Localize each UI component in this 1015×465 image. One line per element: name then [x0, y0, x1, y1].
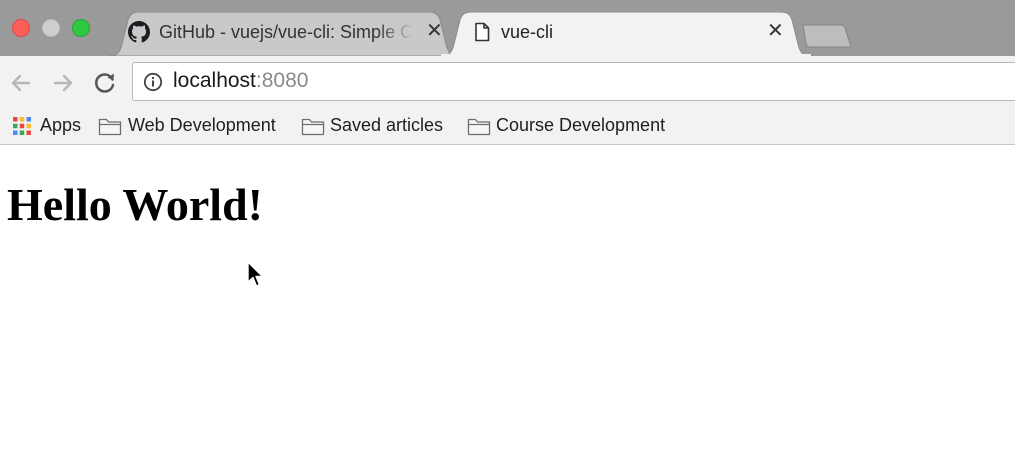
new-tab-button[interactable]	[802, 24, 852, 48]
tab-vue-cli[interactable]: vue-cli ✕	[440, 12, 812, 56]
bookmark-saved-articles[interactable]: Saved articles	[301, 114, 461, 138]
page-icon	[475, 22, 490, 42]
reload-icon[interactable]	[92, 70, 118, 96]
folder-icon	[467, 118, 491, 136]
window-minimize-button[interactable]	[42, 19, 60, 37]
github-icon	[128, 21, 150, 43]
bookmark-label: Course Development	[496, 115, 666, 135]
tab-close-icon[interactable]: ✕	[767, 20, 784, 42]
url-port: :8080	[255, 69, 309, 92]
bookmark-course-development[interactable]: Course Development	[467, 114, 687, 138]
arrow-right-icon[interactable]	[50, 70, 76, 96]
window-close-button[interactable]	[12, 19, 30, 37]
bookmark-label: Saved articles	[330, 115, 444, 135]
address-bar[interactable]: localhost:8080	[132, 62, 1015, 101]
url-host: localhost	[173, 69, 256, 92]
tab-title: GitHub - vuejs/vue-cli: Simple CLI for s…	[159, 22, 414, 42]
address-url: localhost:8080	[173, 69, 308, 93]
window-maximize-button[interactable]	[72, 19, 90, 37]
bookmarks-bar: Apps Web Development Saved articles Cour…	[0, 108, 1015, 145]
info-icon[interactable]	[143, 72, 163, 92]
mouse-pointer-icon	[247, 261, 264, 287]
bookmark-label: Apps	[40, 115, 82, 135]
folder-icon	[98, 118, 122, 136]
tab-github[interactable]: GitHub - vuejs/vue-cli: Simple CLI for s…	[108, 12, 460, 56]
page-heading: Hello World!	[7, 179, 263, 230]
bookmark-label: Web Development	[128, 115, 276, 135]
apps-grid-icon	[13, 117, 31, 135]
bookmark-apps[interactable]: Apps	[12, 114, 88, 138]
tab-strip: GitHub - vuejs/vue-cli: Simple CLI for s…	[0, 0, 1015, 56]
page-content: Hello World!	[0, 145, 1015, 465]
arrow-left-icon[interactable]	[8, 70, 34, 96]
bookmark-web-development[interactable]: Web Development	[98, 114, 292, 138]
tab-title: vue-cli	[501, 22, 554, 42]
folder-icon	[301, 118, 325, 136]
browser-toolbar: localhost:8080	[0, 56, 1015, 108]
